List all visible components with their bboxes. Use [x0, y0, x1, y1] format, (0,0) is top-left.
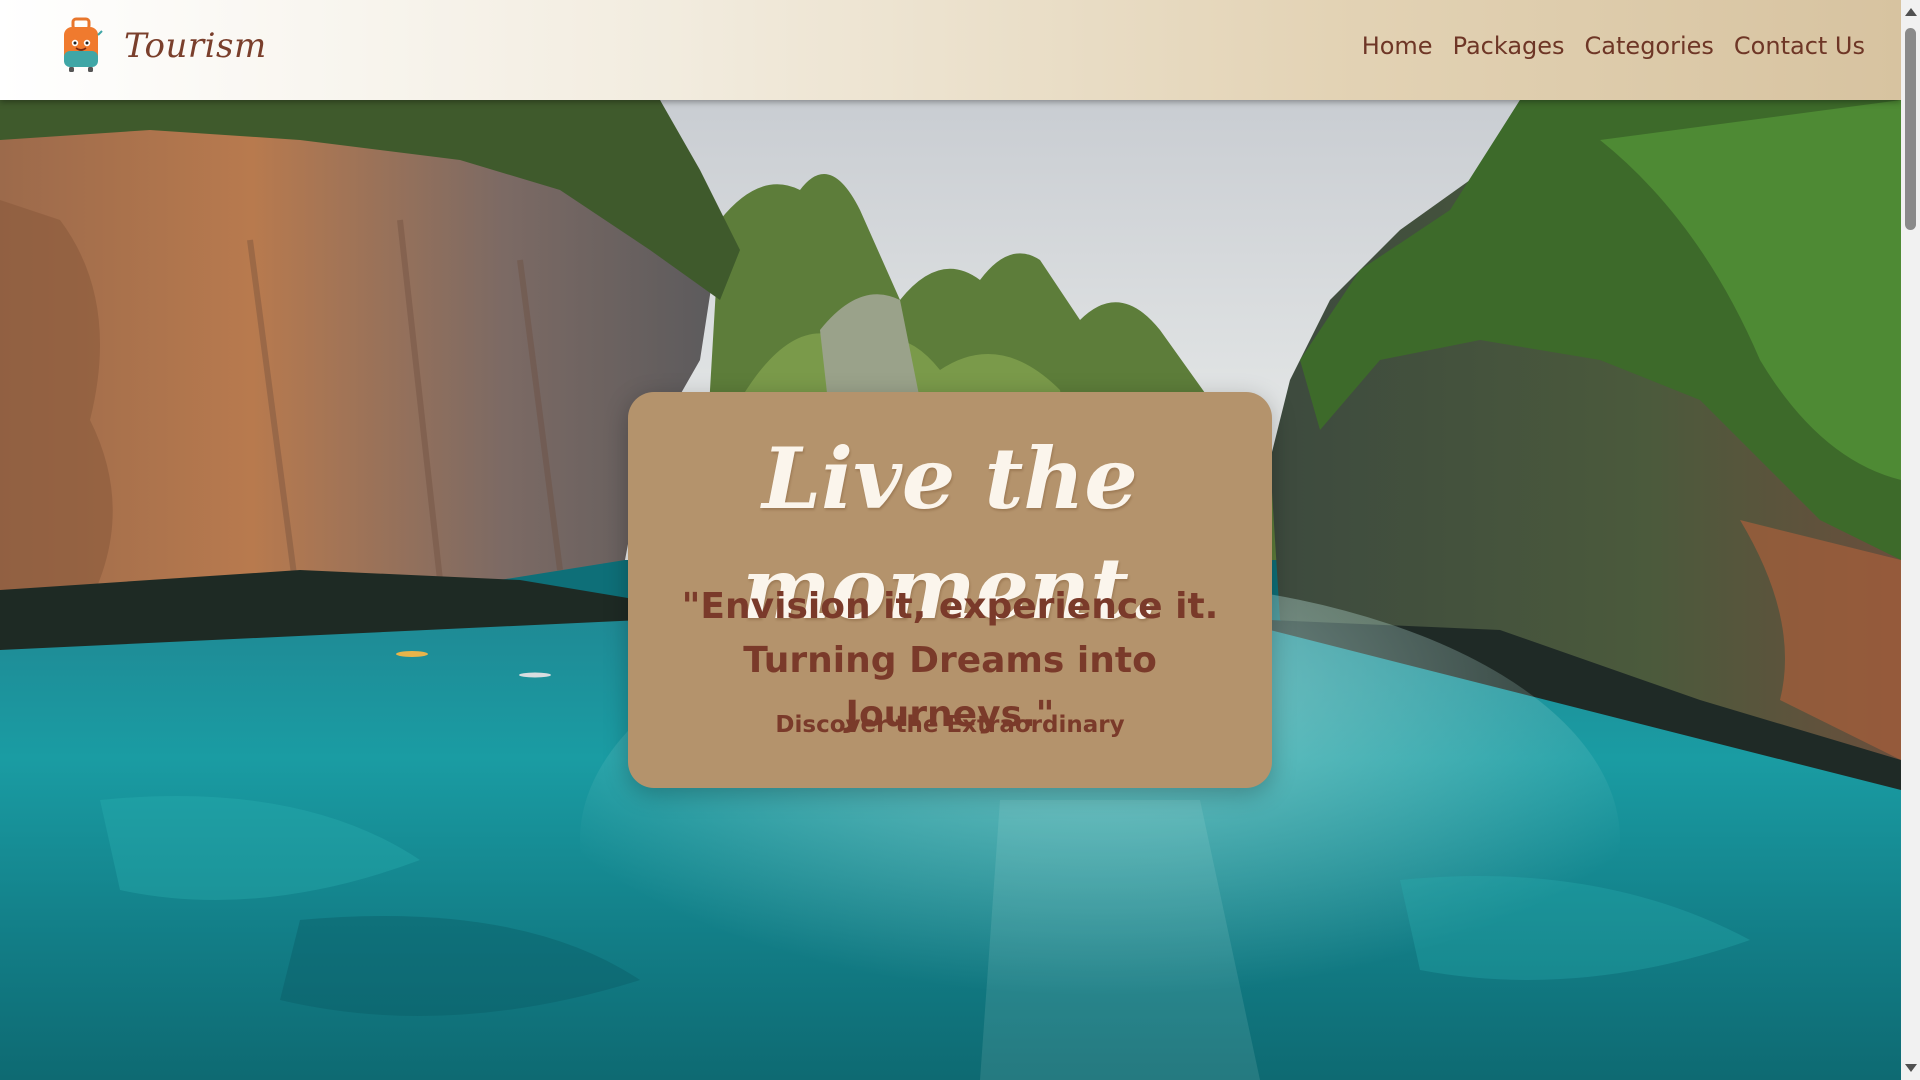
nav-home-link[interactable]: Home: [1362, 32, 1433, 60]
brand-name: Tourism: [124, 26, 267, 66]
nav-contact-link[interactable]: Contact Us: [1734, 32, 1865, 60]
hero-card: Live the moment. "Envision it, experienc…: [628, 392, 1272, 788]
hero-section: Live the moment. "Envision it, experienc…: [0, 100, 1901, 1080]
navbar: Tourism Home Packages Categories Contact…: [0, 0, 1901, 100]
suitcase-icon: [64, 17, 103, 72]
scroll-up-arrow-icon[interactable]: [1905, 8, 1917, 16]
scrollbar-thumb[interactable]: [1905, 28, 1916, 230]
nav-categories-link[interactable]: Categories: [1585, 32, 1714, 60]
nav-packages-link[interactable]: Packages: [1453, 32, 1565, 60]
hero-quote-line-1: "Envision it, experience it.: [681, 586, 1219, 627]
scroll-down-arrow-icon[interactable]: [1905, 1064, 1917, 1072]
page-scrollbar[interactable]: [1901, 0, 1920, 1080]
brand-home-link[interactable]: Tourism: [58, 16, 267, 76]
hero-subtitle: Discover the Extraordinary: [775, 712, 1125, 738]
main-nav: Home Packages Categories Contact Us: [1362, 32, 1865, 60]
